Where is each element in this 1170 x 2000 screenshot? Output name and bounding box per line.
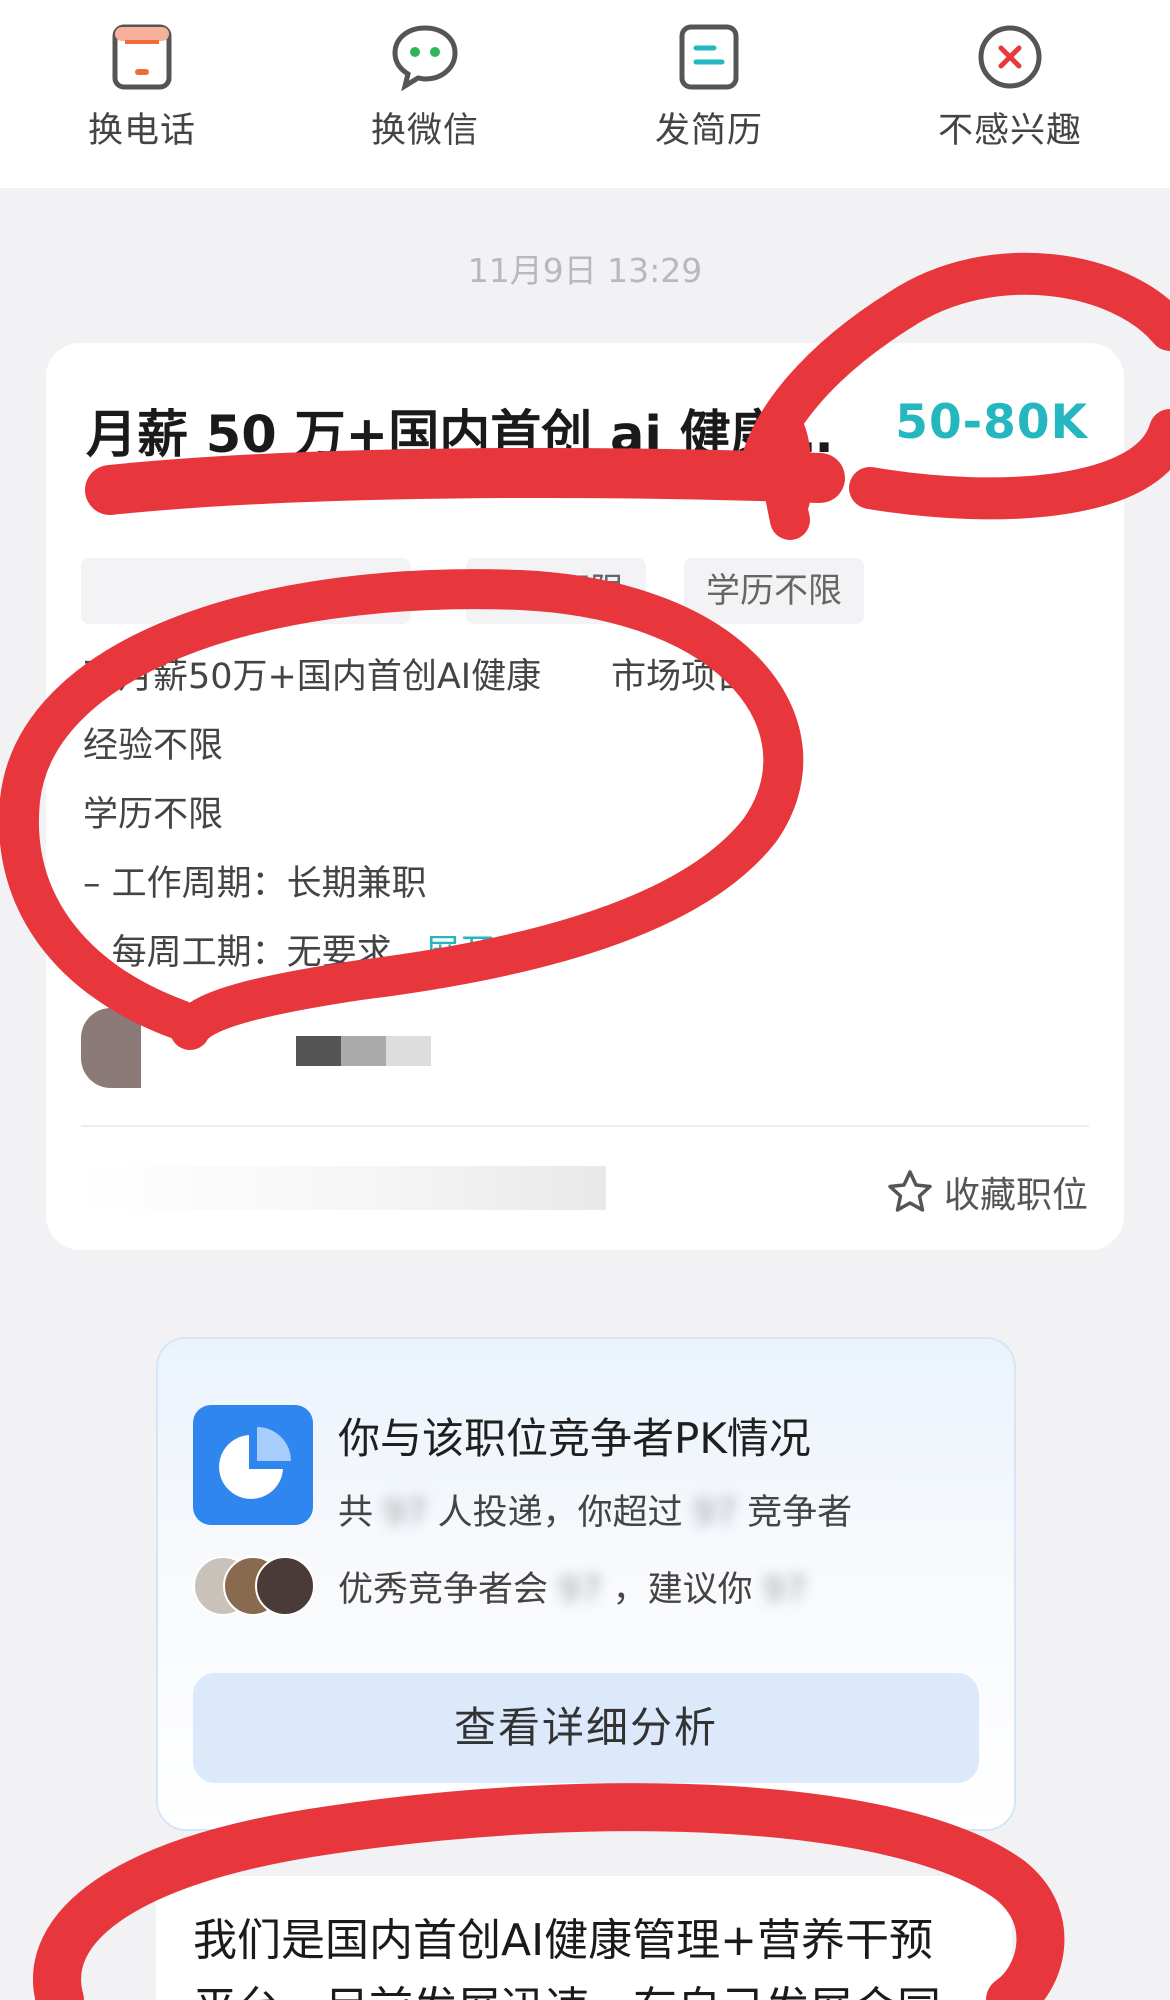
change-wechat-button[interactable]: 换微信 (325, 22, 525, 153)
action-bar: 换电话 换微信 发简历 不感兴趣 (0, 0, 1170, 188)
change-wechat-label: 换微信 (370, 111, 479, 151)
pie-chart-icon (193, 1405, 313, 1525)
message-timestamp: 11月9日 13:29 (467, 251, 703, 290)
message-bubble[interactable]: 我们是国内首创AI健康管理+营养干预 平台，目前发展迅速，有自己发展合同 (156, 1876, 1012, 2000)
desc-line: – 工作周期：长期兼职 (83, 864, 427, 904)
expand-link[interactable]: 展开 (425, 933, 495, 973)
redacted-text (341, 1036, 386, 1066)
competitor-avatars (193, 1556, 315, 1616)
redacted-text (386, 1036, 431, 1066)
not-interested-button[interactable]: 不感兴趣 (910, 22, 1110, 153)
job-salary: 50-80K (895, 395, 1088, 450)
divider (81, 1125, 1089, 1127)
change-phone-label: 换电话 (87, 111, 196, 151)
desc-line: – 每周工期：无要求.. 展开 (83, 933, 496, 973)
view-analysis-button[interactable]: 查看详细分析 (193, 1673, 979, 1783)
message-text: 我们是国内首创AI健康管理+营养干预 (193, 1915, 933, 1966)
avatar (255, 1556, 315, 1616)
redacted-text (296, 1036, 341, 1066)
competition-stats: 共 97 人投递，你超过 97 竞争者 (338, 1493, 853, 1533)
competition-card[interactable]: 你与该职位竞争者PK情况 共 97 人投递，你超过 97 竞争者 优秀竞争者会 97 ，建议… (156, 1337, 1016, 1831)
phone-icon (107, 22, 177, 92)
job-tag-hidden (81, 558, 411, 624)
job-card[interactable]: 月薪 50 万+国内首创 ai 健康… 50-80K 经验不限 学历不限 可月薪… (46, 343, 1124, 1250)
job-description: 可月薪50万+国内首创AI健康 市场项目 经验不限 学历不限 – 工作周期：长期兼… (83, 643, 983, 988)
send-resume-label: 发简历 (654, 111, 763, 151)
star-icon (886, 1168, 934, 1216)
competition-title: 你与该职位竞争者PK情况 (338, 1414, 811, 1463)
message-text: 平台，目前发展迅速，有自己发展合同 (193, 1972, 941, 2000)
avatar (81, 1008, 141, 1088)
change-phone-button[interactable]: 换电话 (42, 22, 242, 153)
send-resume-button[interactable]: 发简历 (609, 22, 809, 153)
close-circle-icon (975, 22, 1045, 92)
job-tag: 学历不限 (684, 558, 864, 624)
competition-advice: 优秀竞争者会 97 ，建议你 97 (338, 1570, 808, 1610)
collect-job-label: 收藏职位 (943, 1175, 1088, 1216)
desc-line: 可月薪50万+国内首创AI健康 市场项目 (83, 657, 752, 697)
collect-job-button[interactable]: 收藏职位 (886, 1166, 1088, 1216)
resume-icon (674, 22, 744, 92)
redacted-footer-text (81, 1166, 606, 1210)
wechat-icon (390, 22, 460, 92)
not-interested-label: 不感兴趣 (937, 111, 1082, 151)
desc-line: 经验不限 (83, 726, 224, 766)
recruiter-row[interactable] (81, 1008, 581, 1088)
desc-line: 学历不限 (83, 795, 224, 835)
job-tag: 经验不限 (466, 558, 646, 624)
job-title: 月薪 50 万+国内首创 ai 健康… (86, 406, 833, 465)
